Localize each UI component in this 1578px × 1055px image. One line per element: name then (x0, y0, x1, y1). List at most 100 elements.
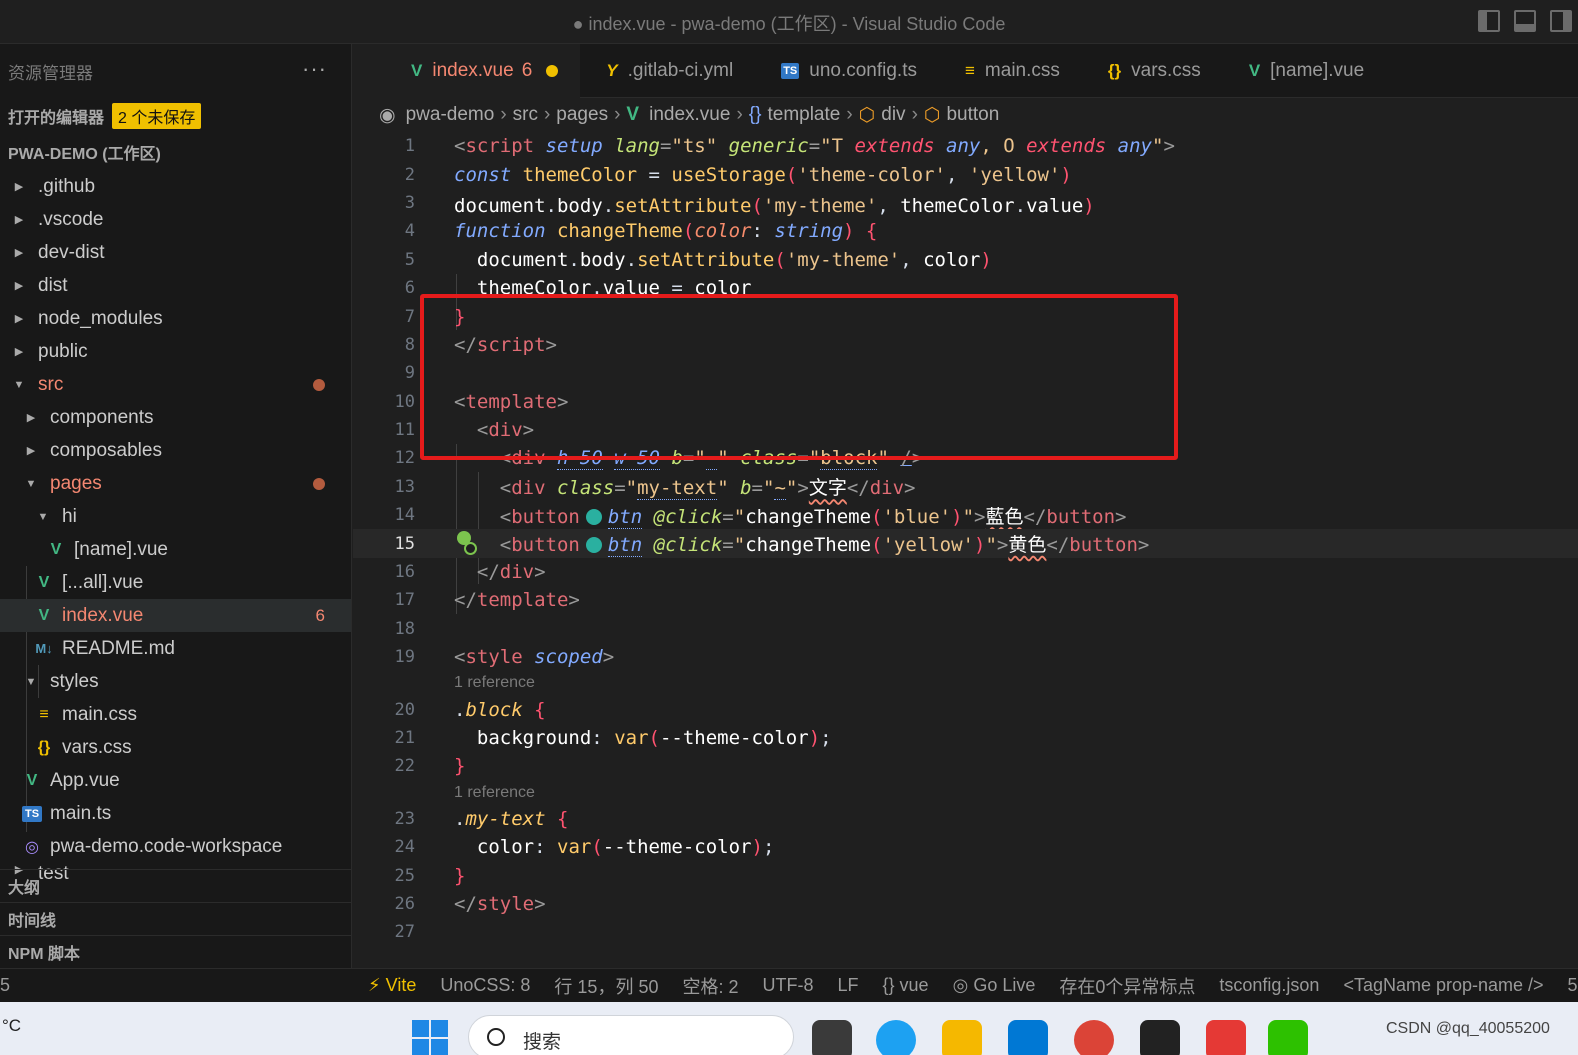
tree-folder-github[interactable]: ▶ .github (0, 170, 351, 203)
breadcrumb-item[interactable]: pwa-demo (406, 104, 495, 126)
chevron-right-icon: › (500, 104, 507, 125)
unocss-status[interactable]: UnoCSS: 8 (440, 975, 530, 996)
breadcrumb-item[interactable]: template (767, 104, 840, 126)
code-line: 2 const themeColor = useStorage('theme-co… (353, 160, 1578, 188)
tree-folder-hi[interactable]: ▼ hi (0, 500, 351, 533)
edge-browser-icon[interactable] (876, 1020, 916, 1055)
tab-uno-config[interactable]: TS uno.config.ts (755, 44, 939, 98)
breadcrumb-item[interactable]: pages (556, 104, 608, 126)
tree-file-main-css[interactable]: ≡ main.css (0, 698, 351, 731)
breadcrumb-item[interactable]: index.vue (649, 104, 730, 126)
vscode-icon[interactable] (1008, 1020, 1048, 1055)
codelens-text[interactable]: 1 reference (454, 674, 535, 692)
line-number: 1 (404, 136, 415, 157)
weather-temp[interactable]: °C (2, 1016, 21, 1036)
tree-folder-node-modules[interactable]: ▶ node_modules (0, 302, 351, 335)
tsconfig-status[interactable]: tsconfig.json (1219, 975, 1319, 996)
codelens-references[interactable]: 1 reference (353, 671, 1578, 695)
line-number: 9 (404, 363, 415, 384)
chevron-right-icon: › (614, 104, 621, 125)
color-swatch-icon[interactable] (585, 508, 602, 525)
code-editor[interactable]: 1 <script setup lang="ts" generic="T exte… (353, 132, 1578, 947)
workspace-section[interactable]: PWA-DEMO (工作区) (0, 134, 351, 170)
editor-area: V index.vue 6 Y .gitlab-ci.yml TS uno.co… (353, 44, 1578, 968)
code-line: 18 (353, 615, 1578, 643)
chevron-right-icon: › (911, 104, 918, 125)
line-number: 3 (404, 192, 415, 213)
punctuation-status[interactable]: 存在0个异常标点 (1059, 973, 1195, 999)
breadcrumb-item[interactable]: div (881, 104, 905, 126)
tree-folder-styles[interactable]: ▼ styles (0, 665, 351, 698)
tree-item-label: README.md (62, 637, 175, 659)
timeline-section[interactable]: 时间线 (0, 902, 351, 935)
tab-name-vue[interactable]: V [name].vue (1223, 44, 1386, 98)
toggle-panel-icon[interactable] (1514, 10, 1536, 32)
encoding-status[interactable]: UTF-8 (762, 975, 813, 996)
code-line: 5 document.body.setAttribute('my-theme',… (353, 246, 1578, 274)
tree-file-index-vue[interactable]: V index.vue 6 (0, 599, 351, 632)
tree-folder-components[interactable]: ▶ components (0, 401, 351, 434)
go-live-button[interactable]: ◎ Go Live (953, 975, 1036, 996)
tagname-status[interactable]: <TagName prop-name /> (1343, 975, 1543, 996)
line-number: 27 (394, 922, 415, 943)
file-explorer-icon[interactable] (942, 1020, 982, 1055)
codelens-references[interactable]: 1 reference (353, 781, 1578, 805)
tree-file-app-vue[interactable]: V App.vue (0, 764, 351, 797)
npm-scripts-label: NPM 脚本 (8, 946, 81, 963)
tree-folder-composables[interactable]: ▶ composables (0, 434, 351, 467)
tab-vars-css[interactable]: {} vars.css (1082, 44, 1223, 98)
tab-main-css[interactable]: ≡ main.css (939, 44, 1082, 98)
more-actions-icon[interactable]: ··· (302, 56, 327, 82)
taskbar-search[interactable]: 搜索 (468, 1015, 794, 1055)
wechat-icon[interactable] (1268, 1020, 1308, 1055)
tree-folder-public[interactable]: ▶ public (0, 335, 351, 368)
tree-folder-dist[interactable]: ▶ dist (0, 269, 351, 302)
wps-icon[interactable] (1206, 1020, 1246, 1055)
unsaved-dot-icon[interactable] (546, 64, 559, 77)
tree-folder-vscode[interactable]: ▶ .vscode (0, 203, 351, 236)
indentation-status[interactable]: 空格: 2 (682, 973, 738, 999)
windows-taskbar: °C 搜索 CSDN @qq_40055200 (0, 1002, 1578, 1055)
code-line: 21 background: var(--theme-color); (353, 724, 1578, 752)
windows-start-icon[interactable] (412, 1020, 448, 1055)
code-line: 26 </style> (353, 890, 1578, 918)
line-number: 8 (404, 334, 415, 355)
tree-file-main-ts[interactable]: TS main.ts (0, 797, 351, 830)
chevron-down-icon: ▼ (37, 510, 49, 523)
breadcrumb-item[interactable]: button (946, 104, 999, 126)
tree-folder-src[interactable]: ▼ src (0, 368, 351, 401)
task-view-icon[interactable] (812, 1020, 852, 1055)
toggle-primary-sidebar-icon[interactable] (1478, 10, 1500, 32)
npm-scripts-section[interactable]: NPM 脚本 (0, 935, 351, 968)
breadcrumb-item[interactable]: src (513, 104, 538, 126)
code-line: 19 <style scoped> (353, 643, 1578, 671)
line-number: 7 (404, 306, 415, 327)
open-editors-section[interactable]: 打开的编辑器 2 个未保存 (0, 98, 351, 134)
toggle-secondary-sidebar-icon[interactable] (1550, 10, 1572, 32)
tree-folder-dev-dist[interactable]: ▶ dev-dist (0, 236, 351, 269)
vite-status[interactable]: ⚡ Vite (368, 975, 416, 996)
color-swatch-icon[interactable] (585, 537, 602, 554)
tree-folder-pages[interactable]: ▼ pages (0, 467, 351, 500)
line-number: 19 (394, 647, 415, 668)
tree-item-label: App.vue (50, 769, 120, 791)
language-label: vue (899, 975, 929, 995)
cube-icon: ⬡ (923, 104, 941, 126)
tree-file-readme[interactable]: M↓ README.md (0, 632, 351, 665)
tree-file-name-vue[interactable]: V [name].vue (0, 533, 351, 566)
codelens-text[interactable]: 1 reference (454, 784, 535, 802)
cursor-position[interactable]: 行 15，列 50 (554, 973, 658, 999)
outline-section[interactable]: 大纲 (0, 869, 351, 902)
terminal-icon[interactable] (1140, 1020, 1180, 1055)
tree-file-all-vue[interactable]: V [...all].vue (0, 566, 351, 599)
eol-status[interactable]: LF (837, 975, 858, 996)
tab-gitlab-ci[interactable]: Y .gitlab-ci.yml (580, 44, 755, 98)
code-line: 17 </template> (353, 586, 1578, 614)
tree-file-vars-css[interactable]: {} vars.css (0, 731, 351, 764)
language-status[interactable]: {} vue (883, 975, 929, 996)
tab-index-vue[interactable]: V index.vue 6 (353, 44, 581, 98)
chrome-icon[interactable] (1074, 1020, 1114, 1055)
chevron-right-icon: ▶ (14, 313, 24, 325)
tree-file-workspace[interactable]: ◎ pwa-demo.code-workspace (0, 830, 351, 863)
sidebar-bottom-sections: 大纲 时间线 NPM 脚本 (0, 869, 351, 968)
